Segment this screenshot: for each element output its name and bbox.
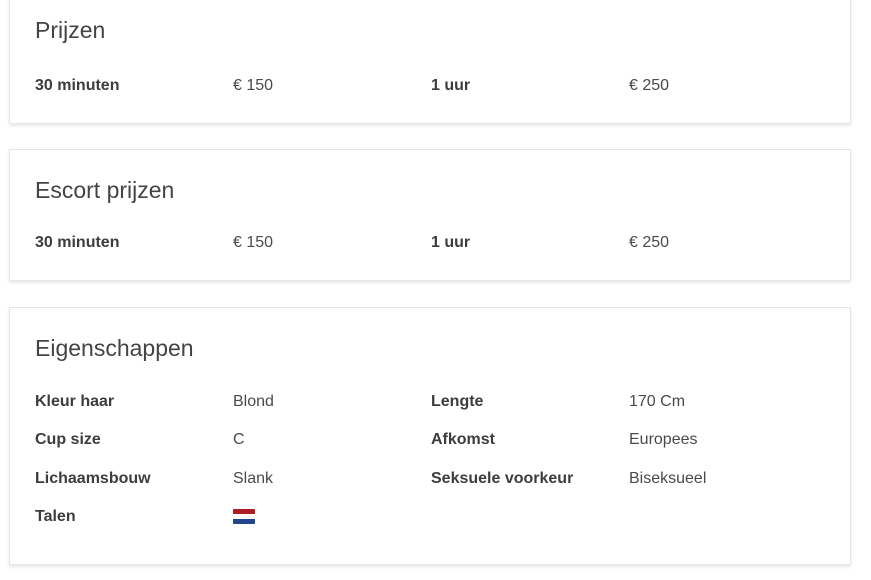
price-label-1h: 1 uur — [431, 77, 471, 94]
property-label-height: Lengte — [431, 393, 484, 410]
prices-card: Prijzen 30 minuten € 150 1 uur € 250 — [9, 0, 851, 124]
property-row: Lichaamsbouw Slank Seksuele voorkeur Bis… — [35, 468, 835, 490]
flag-stripe-blue — [233, 519, 255, 524]
property-value-origin: Europees — [629, 431, 698, 448]
escort-price-label-30min: 30 minuten — [35, 234, 120, 251]
property-label-body-type: Lichaamsbouw — [35, 470, 151, 487]
property-label-hair-color: Kleur haar — [35, 393, 115, 410]
property-label-cup-size: Cup size — [35, 431, 101, 448]
price-label-30min: 30 minuten — [35, 77, 120, 94]
escort-prices-card: Escort prijzen 30 minuten € 150 1 uur € … — [9, 149, 851, 281]
escort-price-label-1h: 1 uur — [431, 234, 471, 251]
property-label-sexual-preference: Seksuele voorkeur — [431, 470, 574, 487]
price-value-30min: € 150 — [233, 77, 274, 94]
escort-price-value-30min: € 150 — [233, 234, 274, 251]
property-value-cup-size: C — [233, 431, 245, 448]
property-value-height: 170 Cm — [629, 393, 686, 410]
properties-title: Eigenschappen — [35, 335, 194, 361]
property-label-languages: Talen — [35, 508, 76, 525]
property-row: Cup size C Afkomst Europees — [35, 429, 835, 451]
escort-price-row: 30 minuten € 150 1 uur € 250 — [35, 232, 835, 254]
prices-title: Prijzen — [35, 17, 106, 43]
escort-price-value-1h: € 250 — [629, 234, 670, 251]
properties-card: Eigenschappen Kleur haar Blond Lengte 17… — [9, 307, 851, 565]
price-row: 30 minuten € 150 1 uur € 250 — [35, 75, 835, 97]
property-value-sexual-preference: Biseksueel — [629, 470, 707, 487]
property-row-languages: Talen — [35, 506, 835, 528]
escort-prices-title: Escort prijzen — [35, 177, 175, 203]
property-value-hair-color: Blond — [233, 393, 274, 410]
flag-netherlands-icon — [233, 509, 255, 524]
price-value-1h: € 250 — [629, 77, 670, 94]
property-label-origin: Afkomst — [431, 431, 496, 448]
property-value-body-type: Slank — [233, 470, 274, 487]
property-row: Kleur haar Blond Lengte 170 Cm — [35, 391, 835, 413]
